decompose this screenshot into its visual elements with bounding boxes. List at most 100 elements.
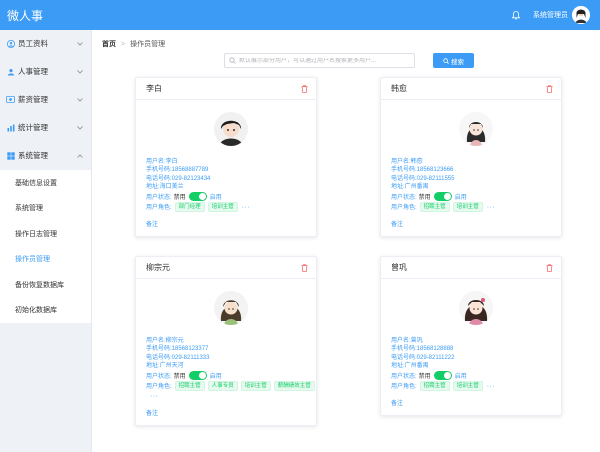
avatar	[214, 291, 248, 325]
windows-icon	[6, 151, 15, 160]
app-title: 微人事	[7, 8, 44, 23]
sidebar-item-salary[interactable]: 薪资管理	[0, 86, 91, 114]
submenu-item-operator-manage[interactable]: 操作员管理	[0, 247, 91, 273]
status-toggle[interactable]	[433, 192, 452, 202]
tel-value: 029-82111333	[171, 354, 210, 361]
sidebar-item-label: 员工资料	[18, 39, 48, 48]
info-username: 用户名:曾巩	[391, 338, 423, 344]
search-input[interactable]	[239, 57, 409, 64]
sidebar: 员工资料 人事管理 薪资管理 统计管理 系统管理 基础信息设置 系统管理 操作日…	[0, 30, 92, 452]
user-avatar[interactable]	[572, 6, 590, 24]
card-header: 柳宗元	[136, 257, 316, 279]
more-roles-button[interactable]: ···	[487, 382, 496, 392]
address-value: 广州番禺	[404, 362, 429, 369]
sidebar-item-label: 薪资管理	[18, 95, 48, 104]
sidebar-item-statistics[interactable]: 统计管理	[0, 114, 91, 142]
delete-icon[interactable]	[301, 84, 308, 93]
card-title: 曾巩	[391, 263, 407, 272]
role-tag: 培训主管	[240, 381, 271, 392]
status-enabled-label: 启用	[209, 195, 222, 202]
tel-value: 029-82123434	[171, 175, 211, 182]
info-username: 用户名:柳宗元	[146, 338, 184, 344]
submenu-item-backup-restore[interactable]: 备份恢复数据库	[0, 272, 91, 298]
system-submenu: 基础信息设置 系统管理 操作日志管理 操作员管理 备份恢复数据库 初始化数据库	[0, 170, 91, 323]
role-tag: 培训主管	[207, 202, 238, 213]
sidebar-item-employee[interactable]: 员工资料	[0, 30, 91, 58]
tel-value: 029-82111222	[416, 354, 455, 361]
more-roles-button[interactable]: ···	[242, 203, 251, 213]
info-tel: 电话号码:029-82123434	[146, 175, 211, 182]
info-phone: 手机号码:18568128888	[391, 346, 454, 353]
info-roles: 用户角色: 招聘主管 人事专员 培训主管 薪酬绩效主管 ···	[146, 381, 316, 402]
address-value: 广州番禺	[404, 183, 429, 190]
card-body: 用户名:曾巩 手机号码:18568128888 电话号码:029-8211122…	[381, 279, 561, 415]
sidebar-item-label: 人事管理	[18, 67, 48, 76]
sidebar-item-label: 系统管理	[18, 151, 48, 160]
info-address: 地址:广州天河	[146, 362, 184, 369]
person-icon	[6, 39, 15, 48]
top-right: 系统管理员	[511, 0, 600, 30]
submenu-item-operation-log[interactable]: 操作日志管理	[0, 221, 91, 247]
status-toggle[interactable]	[188, 192, 207, 202]
operator-card: 曾巩 用户名:曾巩 手机号码:18568128888 电话号码:029-8211…	[380, 256, 562, 417]
search-button[interactable]: 搜索	[433, 53, 474, 68]
delete-icon[interactable]	[546, 263, 553, 272]
status-toggle[interactable]	[188, 371, 207, 381]
remark-label: 备注	[146, 411, 159, 418]
user-icon	[6, 67, 15, 76]
info-username: 用户名:韩愈	[391, 159, 423, 165]
avatar	[459, 291, 493, 325]
submenu-item-init-database[interactable]: 初始化数据库	[0, 298, 91, 324]
card-body: 用户名:李白 手机号码:18568887789 电话号码:029-8212343…	[136, 100, 316, 236]
chevron-down-icon	[77, 125, 83, 131]
status-enabled-label: 启用	[209, 374, 222, 381]
sidebar-item-system[interactable]: 系统管理	[0, 142, 91, 170]
role-tag: 部门经理	[174, 202, 205, 213]
info-phone: 手机号码:18568123666	[391, 167, 454, 174]
role-tag: 人事专员	[207, 381, 238, 392]
status-disabled-label: 禁用	[418, 374, 431, 381]
info-tel: 电话号码:029-82111555	[391, 175, 455, 182]
address-value: 海口美兰	[159, 183, 184, 190]
operator-card: 韩愈 用户名:韩愈 手机号码:18568123666 电话号码:029-8211…	[380, 77, 562, 238]
status-toggle[interactable]	[433, 371, 452, 381]
card-title: 柳宗元	[146, 263, 170, 272]
info-phone: 手机号码:18568123377	[146, 346, 209, 353]
info-roles: 用户角色: 招聘主管 培训主管 ···	[391, 202, 496, 213]
info-status: 用户状态: 禁用 启用	[146, 370, 316, 381]
more-roles-button[interactable]: ···	[150, 392, 159, 402]
chevron-up-icon	[77, 153, 83, 159]
card-header: 李白	[136, 78, 316, 100]
info-roles: 用户角色: 部门经理 培训主管 ···	[146, 202, 251, 213]
sidebar-item-personnel[interactable]: 人事管理	[0, 58, 91, 86]
current-username[interactable]: 系统管理员	[533, 10, 568, 20]
sidebar-item-label: 统计管理	[18, 123, 48, 132]
search-icon	[443, 57, 449, 64]
username-value: 曾巩	[410, 338, 423, 344]
search-icon	[229, 57, 236, 64]
breadcrumb-home[interactable]: 首页	[102, 39, 116, 49]
role-tag: 招聘主管	[419, 381, 450, 392]
role-tag: 招聘主管	[174, 381, 205, 392]
delete-icon[interactable]	[301, 263, 308, 272]
submenu-item-basic-settings[interactable]: 基础信息设置	[0, 170, 91, 196]
avatar	[459, 112, 493, 146]
breadcrumb: 首页 > 操作员管理	[102, 39, 165, 49]
operator-card: 李白 用户名:李白 手机号码:18568887789 电话号码:029-8212…	[135, 77, 317, 238]
info-status: 用户状态: 禁用 启用	[391, 191, 561, 202]
main-content: 首页 > 操作员管理 搜索 李白 用户名:李白 手机号码:18568887789…	[92, 30, 600, 452]
role-tag: 薪酬绩效主管	[273, 381, 315, 392]
card-header: 曾巩	[381, 257, 561, 279]
status-disabled-label: 禁用	[418, 195, 431, 202]
more-roles-button[interactable]: ···	[487, 203, 496, 213]
delete-icon[interactable]	[546, 84, 553, 93]
card-body: 用户名:韩愈 手机号码:18568123666 电话号码:029-8211155…	[381, 100, 561, 236]
breadcrumb-current: 操作员管理	[130, 41, 166, 48]
search-button-label: 搜索	[451, 58, 464, 66]
remark-label: 备注	[391, 222, 404, 229]
submenu-item-system-manage[interactable]: 系统管理	[0, 196, 91, 222]
role-tag: 培训主管	[452, 381, 483, 392]
chart-icon	[6, 123, 15, 132]
chevron-down-icon	[77, 41, 83, 47]
bell-icon[interactable]	[511, 10, 521, 20]
